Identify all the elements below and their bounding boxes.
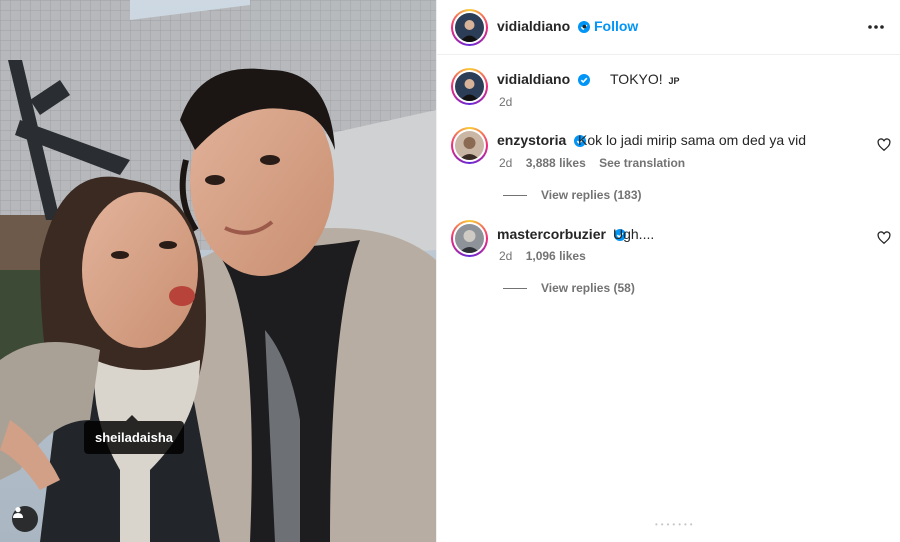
author-username[interactable]: vidialdiano [497, 18, 591, 34]
caption-text: TOKYO! JP [610, 71, 680, 87]
post-header: vidialdiano • Follow [437, 0, 900, 55]
view-replies-button[interactable]: View replies (183) [503, 188, 642, 202]
comment-meta: 2d 3,888 likes See translation [499, 156, 695, 170]
caption-flag: JP [668, 76, 680, 86]
header-separator: • [582, 18, 587, 34]
caption-username[interactable]: vidialdiano [497, 71, 591, 87]
post-photo[interactable]: sheiladaisha [0, 0, 436, 542]
view-replies-button[interactable]: View replies (58) [503, 281, 635, 295]
comment-username-text: enzystoria [497, 132, 567, 148]
comment-time: 2d [499, 156, 513, 170]
comment-time: 2d [499, 249, 513, 263]
comment-meta: 2d 1,096 likes [499, 249, 596, 263]
like-comment-button[interactable] [877, 231, 891, 245]
user-icon [13, 507, 23, 518]
tagged-users-button[interactable] [12, 506, 38, 532]
follow-button[interactable]: Follow [594, 18, 638, 34]
loading-dots: ••••••• [655, 520, 696, 529]
comment-avatar[interactable] [451, 220, 488, 257]
heart-icon [877, 231, 891, 245]
author-username-text: vidialdiano [497, 18, 571, 34]
comment-avatar-image [455, 224, 484, 253]
caption-time: 2d [499, 95, 513, 109]
see-translation-link[interactable]: See translation [599, 156, 685, 170]
comment-text: Kok lo jadi mirip sama om ded ya vid [578, 132, 806, 148]
more-options-button[interactable] [865, 17, 887, 37]
comment-avatar[interactable] [451, 127, 488, 164]
comment-avatar-image [455, 131, 484, 160]
author-avatar-image [455, 13, 484, 42]
caption-meta: 2d [499, 95, 522, 109]
comment-likes[interactable]: 3,888 likes [526, 156, 586, 170]
caption-body: TOKYO! [610, 71, 663, 87]
caption-username-text: vidialdiano [497, 71, 571, 87]
photo-user-tag[interactable]: sheiladaisha [84, 415, 185, 454]
caption-avatar[interactable] [451, 68, 488, 105]
photo-artwork [0, 0, 436, 542]
post-side-panel: vidialdiano • Follow vidialdiano TOKYO! … [436, 0, 900, 542]
comment-username[interactable]: mastercorbuzier [497, 226, 626, 242]
author-avatar[interactable] [451, 9, 488, 46]
comment-likes[interactable]: 1,096 likes [526, 249, 586, 263]
comment-username-text: mastercorbuzier [497, 226, 606, 242]
comment-text: Ugh.... [613, 226, 655, 242]
like-comment-button[interactable] [877, 138, 891, 152]
caption-avatar-image [455, 72, 484, 101]
more-horizontal-icon [868, 25, 884, 29]
comment-username[interactable]: enzystoria [497, 132, 587, 148]
heart-icon [877, 138, 891, 152]
verified-badge-icon [578, 74, 591, 86]
